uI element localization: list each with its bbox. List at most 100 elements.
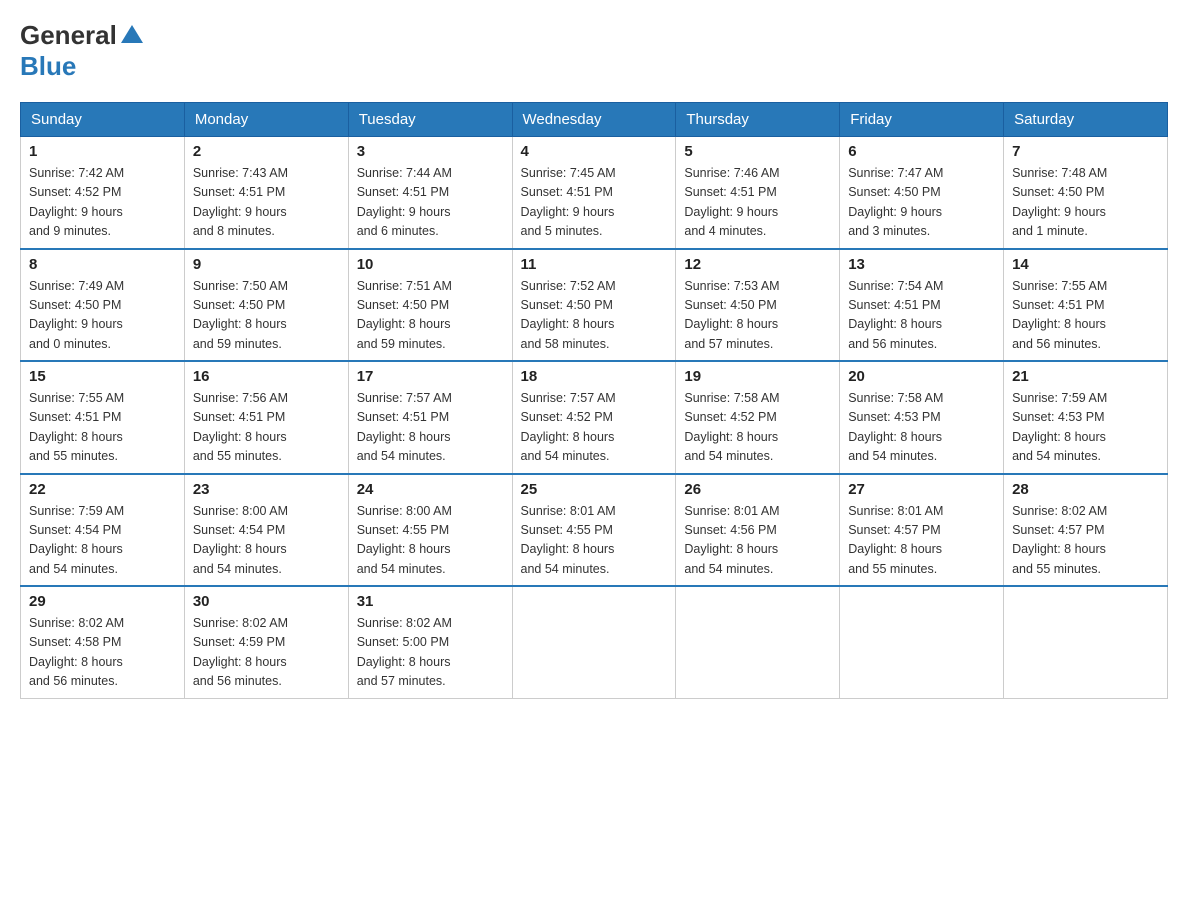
day-info: Sunrise: 7:52 AMSunset: 4:50 PMDaylight:… [521, 277, 668, 355]
day-number: 16 [193, 368, 340, 385]
day-info: Sunrise: 7:43 AMSunset: 4:51 PMDaylight:… [193, 164, 340, 242]
col-header-tuesday: Tuesday [348, 103, 512, 137]
calendar-cell: 24 Sunrise: 8:00 AMSunset: 4:55 PMDayligh… [348, 474, 512, 587]
day-info: Sunrise: 7:59 AMSunset: 4:53 PMDaylight:… [1012, 389, 1159, 467]
calendar-week-row: 29 Sunrise: 8:02 AMSunset: 4:58 PMDayligh… [21, 586, 1168, 698]
calendar-cell: 6 Sunrise: 7:47 AMSunset: 4:50 PMDaylight… [840, 137, 1004, 249]
calendar-cell: 13Sunrise: 7:54 AMSunset: 4:51 PMDayligh… [840, 249, 1004, 362]
day-number: 24 [357, 481, 504, 498]
calendar-week-row: 8Sunrise: 7:49 AMSunset: 4:50 PMDaylight… [21, 249, 1168, 362]
day-info: Sunrise: 7:57 AMSunset: 4:52 PMDaylight:… [521, 389, 668, 467]
calendar-cell: 3Sunrise: 7:44 AMSunset: 4:51 PMDaylight… [348, 137, 512, 249]
col-header-saturday: Saturday [1004, 103, 1168, 137]
day-number: 12 [684, 256, 831, 273]
day-number: 29 [29, 593, 176, 610]
day-number: 6 [848, 143, 995, 160]
day-info: Sunrise: 7:47 AMSunset: 4:50 PMDaylight:… [848, 164, 995, 242]
calendar-cell: 4 Sunrise: 7:45 AMSunset: 4:51 PMDaylight… [512, 137, 676, 249]
day-info: Sunrise: 7:58 AMSunset: 4:52 PMDaylight:… [684, 389, 831, 467]
page-header: General Blue [20, 20, 1168, 82]
calendar-cell: 8Sunrise: 7:49 AMSunset: 4:50 PMDaylight… [21, 249, 185, 362]
col-header-monday: Monday [184, 103, 348, 137]
calendar-week-row: 15 Sunrise: 7:55 AMSunset: 4:51 PMDayligh… [21, 361, 1168, 474]
day-info: Sunrise: 8:00 AMSunset: 4:54 PMDaylight:… [193, 502, 340, 580]
calendar-cell: 5 Sunrise: 7:46 AMSunset: 4:51 PMDaylight… [676, 137, 840, 249]
day-number: 18 [521, 368, 668, 385]
day-number: 23 [193, 481, 340, 498]
calendar-cell: 1 Sunrise: 7:42 AMSunset: 4:52 PMDaylight… [21, 137, 185, 249]
day-info: Sunrise: 8:02 AMSunset: 4:58 PMDaylight:… [29, 614, 176, 692]
day-number: 30 [193, 593, 340, 610]
day-info: Sunrise: 7:48 AMSunset: 4:50 PMDaylight:… [1012, 164, 1159, 242]
col-header-thursday: Thursday [676, 103, 840, 137]
calendar-cell: 9 Sunrise: 7:50 AMSunset: 4:50 PMDaylight… [184, 249, 348, 362]
day-number: 3 [357, 143, 504, 160]
day-number: 20 [848, 368, 995, 385]
calendar-cell: 12Sunrise: 7:53 AMSunset: 4:50 PMDayligh… [676, 249, 840, 362]
logo-triangle-icon [121, 23, 143, 50]
day-info: Sunrise: 7:50 AMSunset: 4:50 PMDaylight:… [193, 277, 340, 355]
day-number: 5 [684, 143, 831, 160]
calendar-cell [840, 586, 1004, 698]
day-number: 7 [1012, 143, 1159, 160]
calendar-cell: 22 Sunrise: 7:59 AMSunset: 4:54 PMDayligh… [21, 474, 185, 587]
day-info: Sunrise: 7:45 AMSunset: 4:51 PMDaylight:… [521, 164, 668, 242]
day-info: Sunrise: 7:55 AMSunset: 4:51 PMDaylight:… [1012, 277, 1159, 355]
calendar-cell: 23 Sunrise: 8:00 AMSunset: 4:54 PMDayligh… [184, 474, 348, 587]
calendar-cell [676, 586, 840, 698]
day-number: 19 [684, 368, 831, 385]
calendar-cell: 2 Sunrise: 7:43 AMSunset: 4:51 PMDaylight… [184, 137, 348, 249]
day-info: Sunrise: 8:02 AMSunset: 4:57 PMDaylight:… [1012, 502, 1159, 580]
day-info: Sunrise: 7:46 AMSunset: 4:51 PMDaylight:… [684, 164, 831, 242]
logo: General Blue [20, 20, 143, 82]
day-number: 2 [193, 143, 340, 160]
day-info: Sunrise: 7:42 AMSunset: 4:52 PMDaylight:… [29, 164, 176, 242]
day-info: Sunrise: 8:00 AMSunset: 4:55 PMDaylight:… [357, 502, 504, 580]
day-info: Sunrise: 7:58 AMSunset: 4:53 PMDaylight:… [848, 389, 995, 467]
col-header-wednesday: Wednesday [512, 103, 676, 137]
day-number: 22 [29, 481, 176, 498]
day-info: Sunrise: 7:54 AMSunset: 4:51 PMDaylight:… [848, 277, 995, 355]
day-number: 31 [357, 593, 504, 610]
calendar-cell: 30Sunrise: 8:02 AMSunset: 4:59 PMDayligh… [184, 586, 348, 698]
calendar-cell: 21Sunrise: 7:59 AMSunset: 4:53 PMDayligh… [1004, 361, 1168, 474]
day-number: 17 [357, 368, 504, 385]
day-number: 4 [521, 143, 668, 160]
day-info: Sunrise: 8:02 AMSunset: 5:00 PMDaylight:… [357, 614, 504, 692]
calendar-week-row: 1 Sunrise: 7:42 AMSunset: 4:52 PMDaylight… [21, 137, 1168, 249]
calendar-cell: 7 Sunrise: 7:48 AMSunset: 4:50 PMDaylight… [1004, 137, 1168, 249]
calendar-cell: 10 Sunrise: 7:51 AMSunset: 4:50 PMDayligh… [348, 249, 512, 362]
day-info: Sunrise: 8:01 AMSunset: 4:56 PMDaylight:… [684, 502, 831, 580]
calendar-cell [1004, 586, 1168, 698]
day-number: 9 [193, 256, 340, 273]
logo-blue-text: Blue [20, 51, 76, 81]
day-number: 26 [684, 481, 831, 498]
calendar-header-row: SundayMondayTuesdayWednesdayThursdayFrid… [21, 103, 1168, 137]
calendar-cell: 31 Sunrise: 8:02 AMSunset: 5:00 PMDayligh… [348, 586, 512, 698]
day-number: 14 [1012, 256, 1159, 273]
day-info: Sunrise: 7:59 AMSunset: 4:54 PMDaylight:… [29, 502, 176, 580]
day-info: Sunrise: 7:51 AMSunset: 4:50 PMDaylight:… [357, 277, 504, 355]
day-number: 1 [29, 143, 176, 160]
calendar-cell: 29 Sunrise: 8:02 AMSunset: 4:58 PMDayligh… [21, 586, 185, 698]
calendar-cell: 16 Sunrise: 7:56 AMSunset: 4:51 PMDayligh… [184, 361, 348, 474]
calendar-cell: 20 Sunrise: 7:58 AMSunset: 4:53 PMDayligh… [840, 361, 1004, 474]
day-number: 8 [29, 256, 176, 273]
calendar-cell: 11 Sunrise: 7:52 AMSunset: 4:50 PMDayligh… [512, 249, 676, 362]
calendar-cell: 25Sunrise: 8:01 AMSunset: 4:55 PMDayligh… [512, 474, 676, 587]
day-number: 27 [848, 481, 995, 498]
day-info: Sunrise: 7:55 AMSunset: 4:51 PMDaylight:… [29, 389, 176, 467]
logo-general-text: General [20, 20, 117, 51]
calendar-cell: 18 Sunrise: 7:57 AMSunset: 4:52 PMDayligh… [512, 361, 676, 474]
calendar-week-row: 22 Sunrise: 7:59 AMSunset: 4:54 PMDayligh… [21, 474, 1168, 587]
day-number: 15 [29, 368, 176, 385]
day-number: 11 [521, 256, 668, 273]
calendar-cell: 27 Sunrise: 8:01 AMSunset: 4:57 PMDayligh… [840, 474, 1004, 587]
calendar-cell: 26 Sunrise: 8:01 AMSunset: 4:56 PMDayligh… [676, 474, 840, 587]
day-number: 10 [357, 256, 504, 273]
calendar-cell: 14 Sunrise: 7:55 AMSunset: 4:51 PMDayligh… [1004, 249, 1168, 362]
day-info: Sunrise: 7:56 AMSunset: 4:51 PMDaylight:… [193, 389, 340, 467]
calendar-cell: 17Sunrise: 7:57 AMSunset: 4:51 PMDayligh… [348, 361, 512, 474]
day-info: Sunrise: 8:01 AMSunset: 4:57 PMDaylight:… [848, 502, 995, 580]
calendar-cell: 15 Sunrise: 7:55 AMSunset: 4:51 PMDayligh… [21, 361, 185, 474]
